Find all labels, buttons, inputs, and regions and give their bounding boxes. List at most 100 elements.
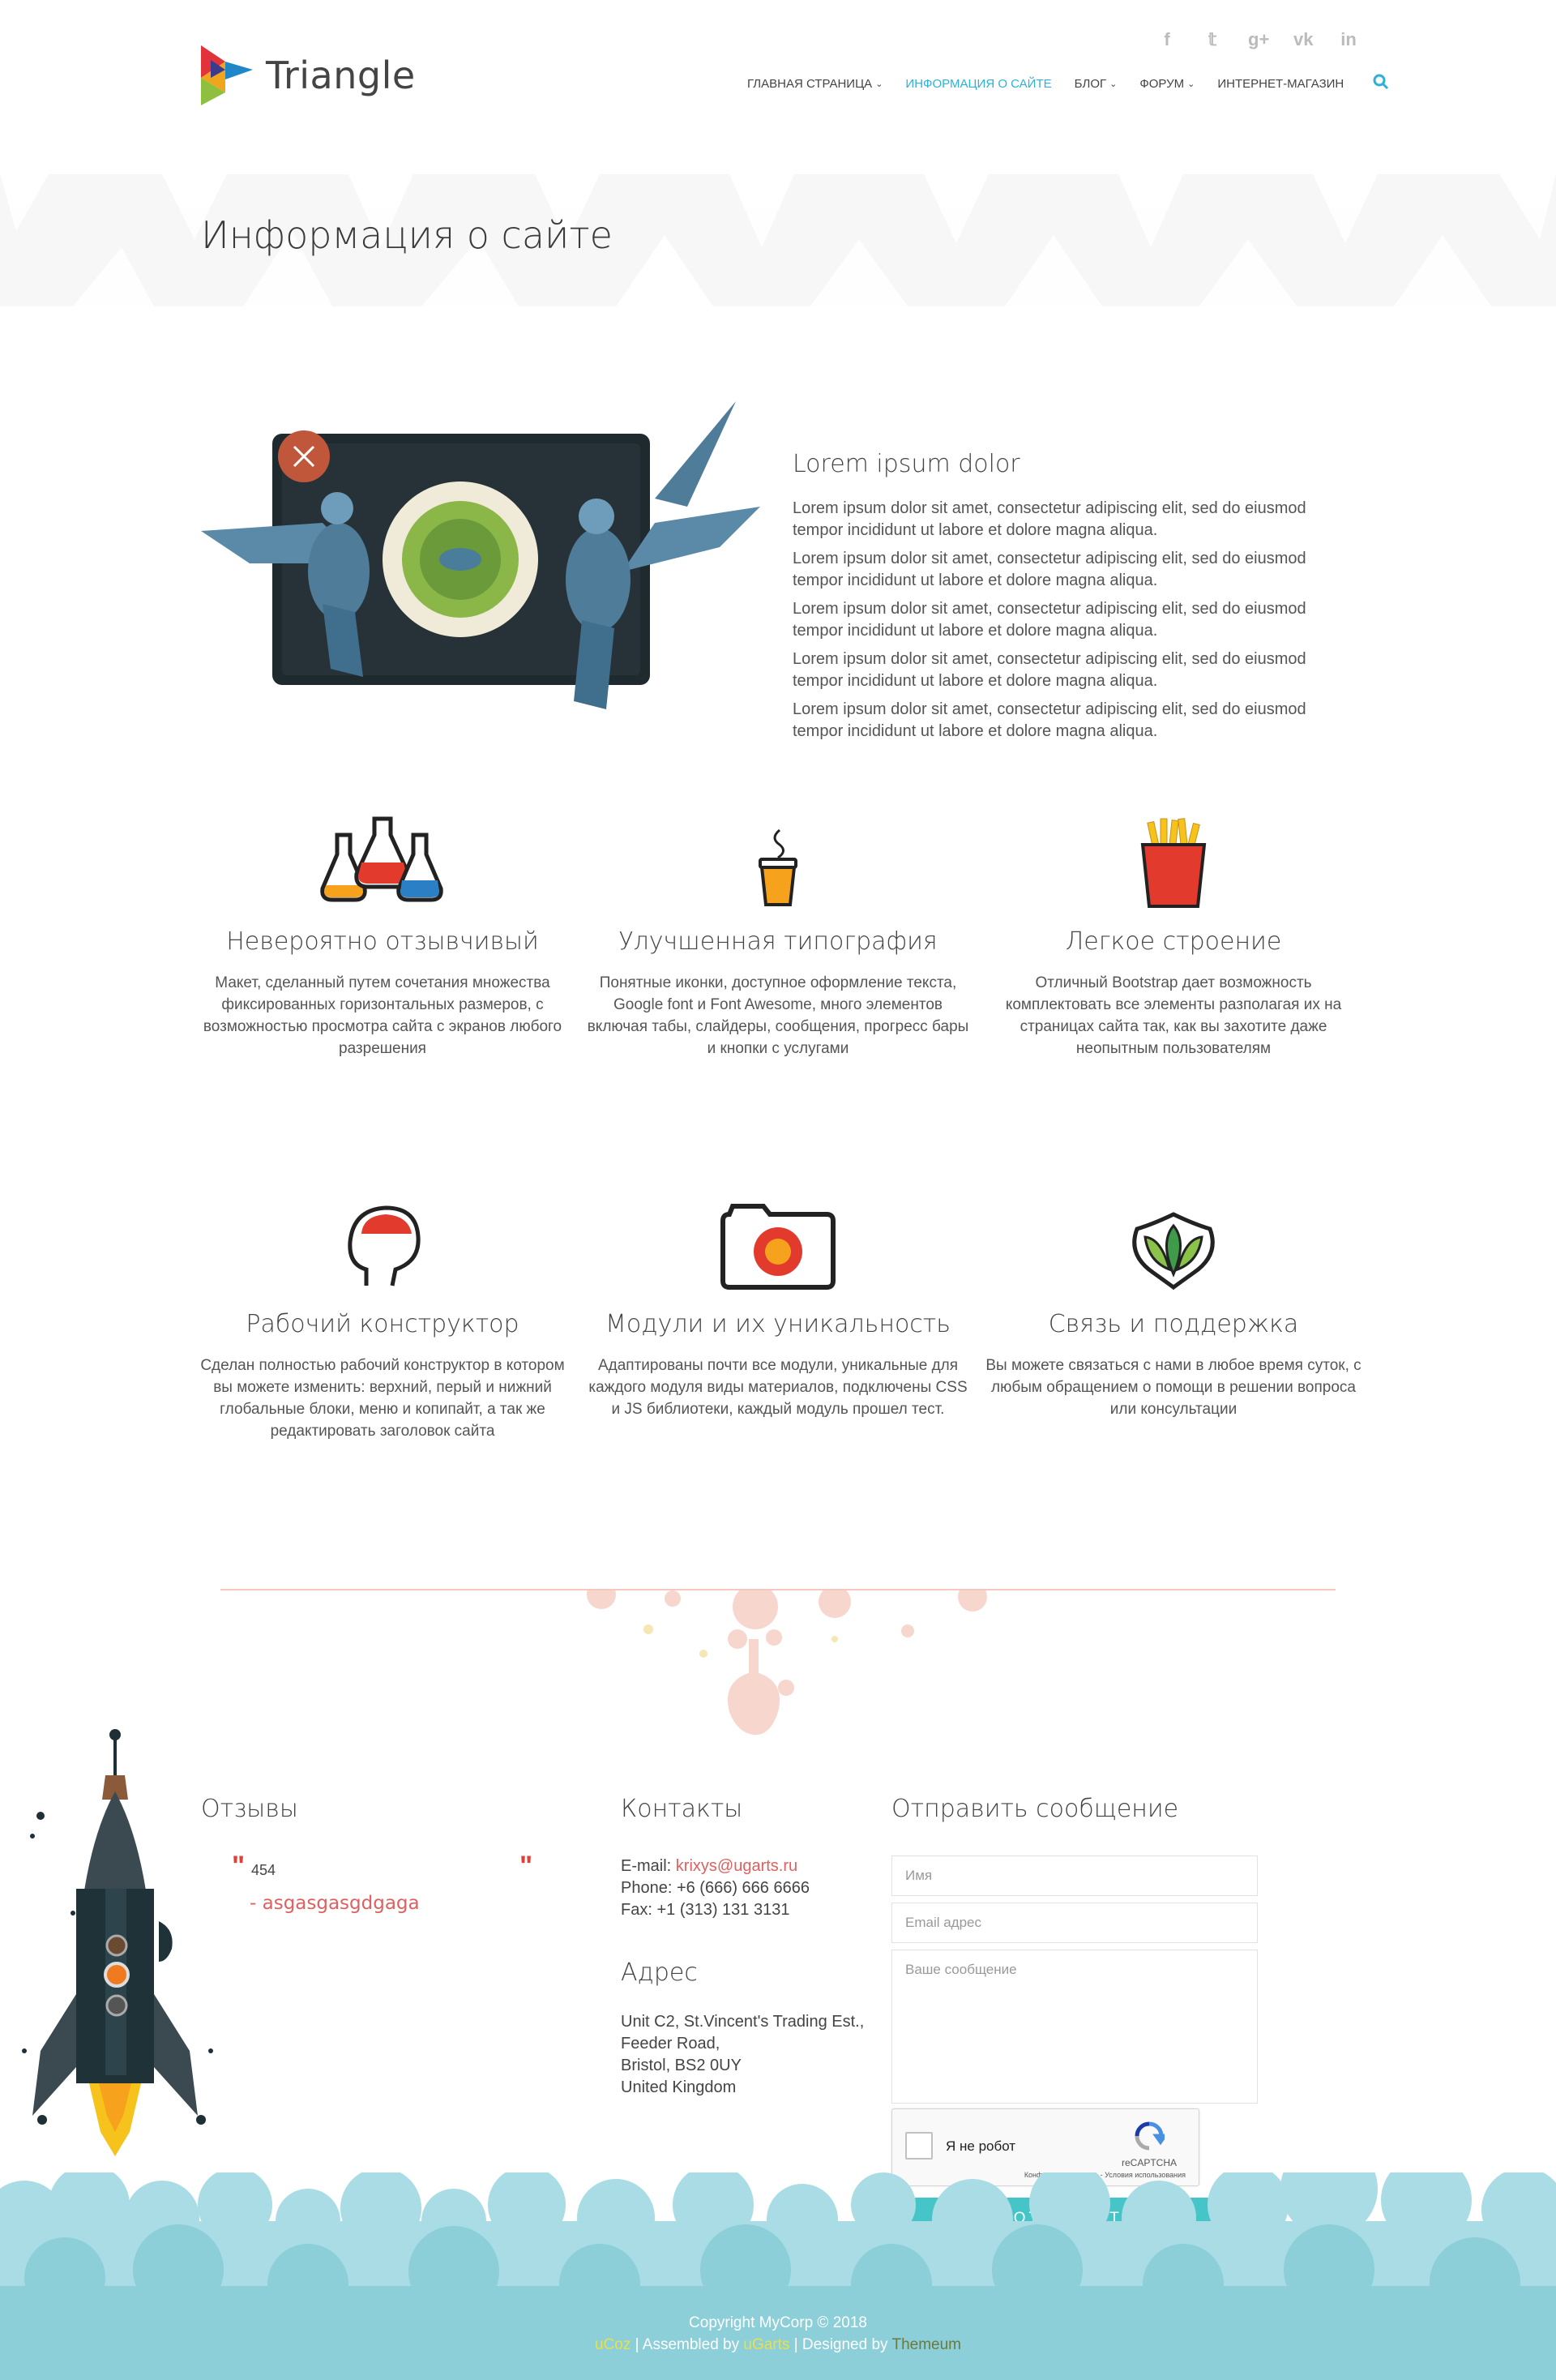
feature-text: Отличный Bootstrap дает возможность комп… (1005, 974, 1342, 1057)
reviews-title: Отзывы (201, 1795, 298, 1823)
logo-text: Triangle (266, 54, 416, 97)
address-line: Unit C2, St.Vincent's Trading Est., (621, 2013, 865, 2031)
main-nav: ГЛАВНАЯ СТРАНИЦА ⌄ ИНФОРМАЦИЯ О САЙТЕ БЛ… (747, 74, 1389, 94)
email-label: E-mail: (621, 1857, 676, 1875)
themeum-link[interactable]: Themeum (891, 2336, 961, 2353)
feature-text: Вы можете связаться с нами в любое время… (985, 1357, 1362, 1418)
fries-icon (976, 811, 1371, 908)
reviews-section: Отзывы " 454 " - asgasgasgdgaga (201, 1795, 558, 1914)
paint-drops-decoration (587, 1590, 987, 1736)
address-line: Bristol, BS2 0UY (621, 2057, 742, 2074)
nav-label: ГЛАВНАЯ СТРАНИЦА (747, 77, 873, 91)
quote-open-icon: " (232, 1851, 246, 1881)
nav-label: ИНТЕРНЕТ-МАГАЗИН (1217, 77, 1344, 91)
camera-icon (580, 1193, 976, 1291)
logo[interactable]: Triangle (201, 45, 416, 105)
feature-light-structure: Легкое строение Отличный Bootstrap дает … (976, 811, 1371, 1059)
email-link[interactable]: krixys@ugarts.ru (676, 1857, 797, 1875)
nav-label: ФОРУМ (1139, 77, 1185, 91)
ugarts-link[interactable]: uGarts (743, 2336, 789, 2353)
nav-label: ИНФОРМАЦИЯ О САЙТЕ (905, 77, 1052, 91)
credits: uCoz | Assembled by uGarts | Designed by… (0, 2334, 1556, 2356)
intro-paragraph: Lorem ipsum dolor sit amet, consectetur … (793, 700, 1306, 740)
intro-paragraph: Lorem ipsum dolor sit amet, consectetur … (793, 650, 1306, 690)
flasks-icon (185, 811, 580, 908)
social-links: f 𝕥 g+ vk in (1157, 29, 1358, 50)
nav-item-forum[interactable]: ФОРУМ ⌄ (1139, 77, 1195, 91)
review-quote: " 454 " - asgasgasgdgaga (201, 1851, 558, 1914)
ucoz-link[interactable]: uCoz (595, 2336, 631, 2353)
address-line: Feeder Road, (621, 2035, 720, 2053)
feature-title: Рабочий конструктор (246, 1310, 519, 1338)
intro-text: Lorem ipsum dolor Lorem ipsum dolor sit … (793, 450, 1360, 749)
google-plus-icon[interactable]: g+ (1248, 29, 1269, 50)
name-input[interactable]: Имя (891, 1856, 1258, 1896)
nav-item-home[interactable]: ГЛАВНАЯ СТРАНИЦА ⌄ (747, 77, 883, 91)
intro-heading: Lorem ipsum dolor (793, 450, 1020, 478)
contacts-title: Контакты (621, 1795, 743, 1823)
message-textarea[interactable]: Ваше сообщение (891, 1950, 1258, 2104)
triangle-logo-icon (201, 45, 253, 105)
chevron-down-icon: ⌄ (875, 79, 883, 89)
feature-text: Макет, сделанный путем сочетания множест… (203, 974, 562, 1057)
feature-title: Легкое строение (1065, 927, 1282, 956)
feature-support: Связь и поддержка Вы можете связаться с … (976, 1193, 1371, 1442)
contacts-section: Контакты E-mail: krixys@ugarts.ru Phone:… (621, 1795, 880, 2099)
address-line: United Kingdom (621, 2078, 737, 2096)
vk-icon[interactable]: vk (1293, 29, 1313, 50)
feature-modules: Модули и их уникальность Адаптированы по… (580, 1193, 976, 1442)
recaptcha-label: Я не робот (946, 2138, 1016, 2154)
rocket-illustration (22, 1729, 213, 2156)
quote-close-icon: " (519, 1851, 533, 1881)
email-line: E-mail: krixys@ugarts.ru (621, 1856, 880, 1877)
nav-item-blog[interactable]: БЛОГ ⌄ (1075, 77, 1118, 91)
feature-title: Модули и их уникальность (605, 1310, 951, 1338)
feature-text: Понятные иконки, доступное оформление те… (587, 974, 969, 1057)
twitter-icon[interactable]: 𝕥 (1203, 29, 1222, 50)
credits-sep: | Assembled by (631, 2336, 744, 2353)
feature-title: Связь и поддержка (1048, 1310, 1299, 1338)
head-brain-icon (185, 1193, 580, 1291)
address-title: Адрес (621, 1958, 698, 1987)
form-title: Отправить сообщение (891, 1795, 1179, 1823)
recaptcha-brand: reCAPTCHA (1121, 2157, 1177, 2168)
nav-item-about[interactable]: ИНФОРМАЦИЯ О САЙТЕ (905, 77, 1051, 91)
feature-constructor: Рабочий конструктор Сделан полностью раб… (185, 1193, 580, 1442)
facebook-icon[interactable]: f (1157, 29, 1177, 50)
recaptcha-logo: reCAPTCHA (1113, 2121, 1186, 2168)
title-band: Информация о сайте (0, 174, 1556, 306)
features-row-2: Рабочий конструктор Сделан полностью раб… (185, 1193, 1371, 1442)
coffee-cup-icon (580, 811, 976, 908)
chevron-down-icon: ⌄ (1187, 79, 1195, 89)
site-header: Triangle f 𝕥 g+ vk in ГЛАВНАЯ СТРАНИЦА ⌄… (0, 0, 1556, 174)
nav-item-shop[interactable]: ИНТЕРНЕТ-МАГАЗИН (1217, 77, 1344, 91)
chevron-down-icon: ⌄ (1109, 79, 1118, 89)
feature-title: Улучшенная типография (618, 927, 938, 956)
address-lines: Unit C2, St.Vincent's Trading Est., Feed… (621, 2011, 880, 2099)
email-input[interactable]: Email адрес (891, 1903, 1258, 1943)
quote-author: - asgasgasgdgaga (250, 1893, 420, 1914)
copyright: Copyright MyCorp © 2018 (689, 2314, 867, 2331)
credits-sep: | Designed by (789, 2336, 892, 2353)
intro-paragraph: Lorem ipsum dolor sit amet, consectetur … (793, 550, 1306, 589)
birds-clock-illustration (201, 401, 760, 717)
nav-label: БЛОГ (1074, 77, 1107, 91)
feature-typography: Улучшенная типография Понятные иконки, д… (580, 811, 976, 1059)
feature-text: Сделан полностью рабочий конструктор в к… (200, 1357, 565, 1440)
phone-line: Phone: +6 (666) 666 6666 (621, 1879, 810, 1897)
feature-title: Невероятно отзывчивый (226, 927, 539, 956)
recaptcha-icon (1135, 2121, 1169, 2151)
intro-paragraph: Lorem ipsum dolor sit amet, consectetur … (793, 600, 1306, 640)
feature-text: Адаптированы почти все модули, уникальны… (588, 1357, 968, 1418)
page-title: Информация о сайте (201, 213, 613, 257)
feature-responsive: Невероятно отзывчивый Макет, сделанный п… (185, 811, 580, 1059)
quote-text: 454 (251, 1862, 276, 1878)
linkedin-icon[interactable]: in (1339, 29, 1358, 50)
contact-lines: E-mail: krixys@ugarts.ru Phone: +6 (666)… (621, 1856, 880, 1921)
fax-line: Fax: +1 (313) 131 3131 (621, 1901, 790, 1919)
features-row-1: Невероятно отзывчивый Макет, сделанный п… (185, 811, 1371, 1059)
leaf-shield-icon (976, 1193, 1371, 1291)
intro-paragraph: Lorem ipsum dolor sit amet, consectetur … (793, 499, 1306, 539)
recaptcha-checkbox[interactable] (905, 2132, 933, 2160)
search-icon[interactable] (1373, 74, 1389, 94)
